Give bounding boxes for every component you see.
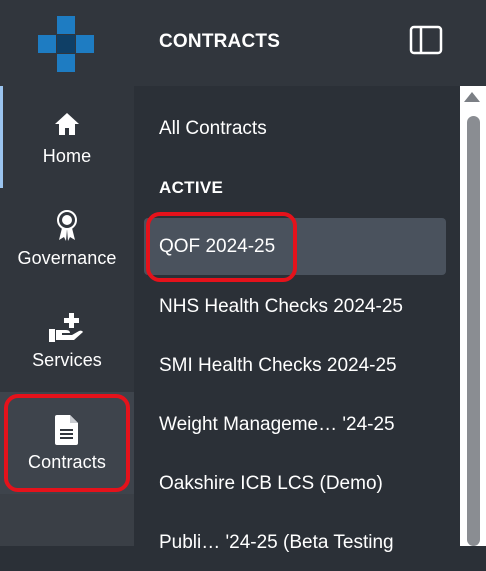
sidebar-toggle-icon <box>409 25 443 55</box>
contract-item-weight-management[interactable]: Weight Manageme… '24-25 <box>144 396 446 453</box>
app-logo[interactable] <box>0 0 134 86</box>
award-icon <box>56 209 78 242</box>
rail-item-label: Governance <box>17 247 117 268</box>
scroll-thumb[interactable] <box>467 116 480 546</box>
contract-item-public[interactable]: Publi… '24-25 (Beta Testing <box>144 514 446 571</box>
contract-item-smi-health-checks[interactable]: SMI Health Checks 2024-25 <box>144 337 446 394</box>
section-heading-active: ACTIVE <box>159 178 224 197</box>
rail-item-contracts[interactable]: Contracts <box>0 392 134 494</box>
panel-scrollbar[interactable] <box>460 86 486 546</box>
rail-item-label: Services <box>32 349 102 370</box>
contract-item-nhs-health-checks[interactable]: NHS Health Checks 2024-25 <box>144 278 446 335</box>
panel-header: CONTRACTS <box>134 0 486 86</box>
collapse-panel-button[interactable] <box>408 25 444 55</box>
scroll-up-arrow-icon[interactable] <box>464 92 480 102</box>
contract-item-oakshire-icb[interactable]: Oakshire ICB LCS (Demo) <box>144 455 446 512</box>
panel-title: CONTRACTS <box>159 31 281 52</box>
hand-plus-icon <box>48 312 86 344</box>
left-navigation-rail: Home Governance Services Contracts <box>0 0 134 546</box>
home-icon <box>54 108 80 140</box>
all-contracts-link[interactable]: All Contracts <box>144 100 446 157</box>
rail-item-label: Contracts <box>28 451 106 472</box>
rail-footer <box>0 494 134 546</box>
rail-item-services[interactable]: Services <box>0 290 134 392</box>
rail-item-governance[interactable]: Governance <box>0 188 134 290</box>
contracts-panel: CONTRACTS All Contracts ACTIVE QOF 2024-… <box>134 0 486 553</box>
rail-item-home[interactable]: Home <box>0 86 134 188</box>
rail-item-label: Home <box>42 145 92 166</box>
logo-icon <box>38 16 94 72</box>
contract-item-qof[interactable]: QOF 2024-25 <box>144 218 446 275</box>
document-icon <box>55 414 79 446</box>
